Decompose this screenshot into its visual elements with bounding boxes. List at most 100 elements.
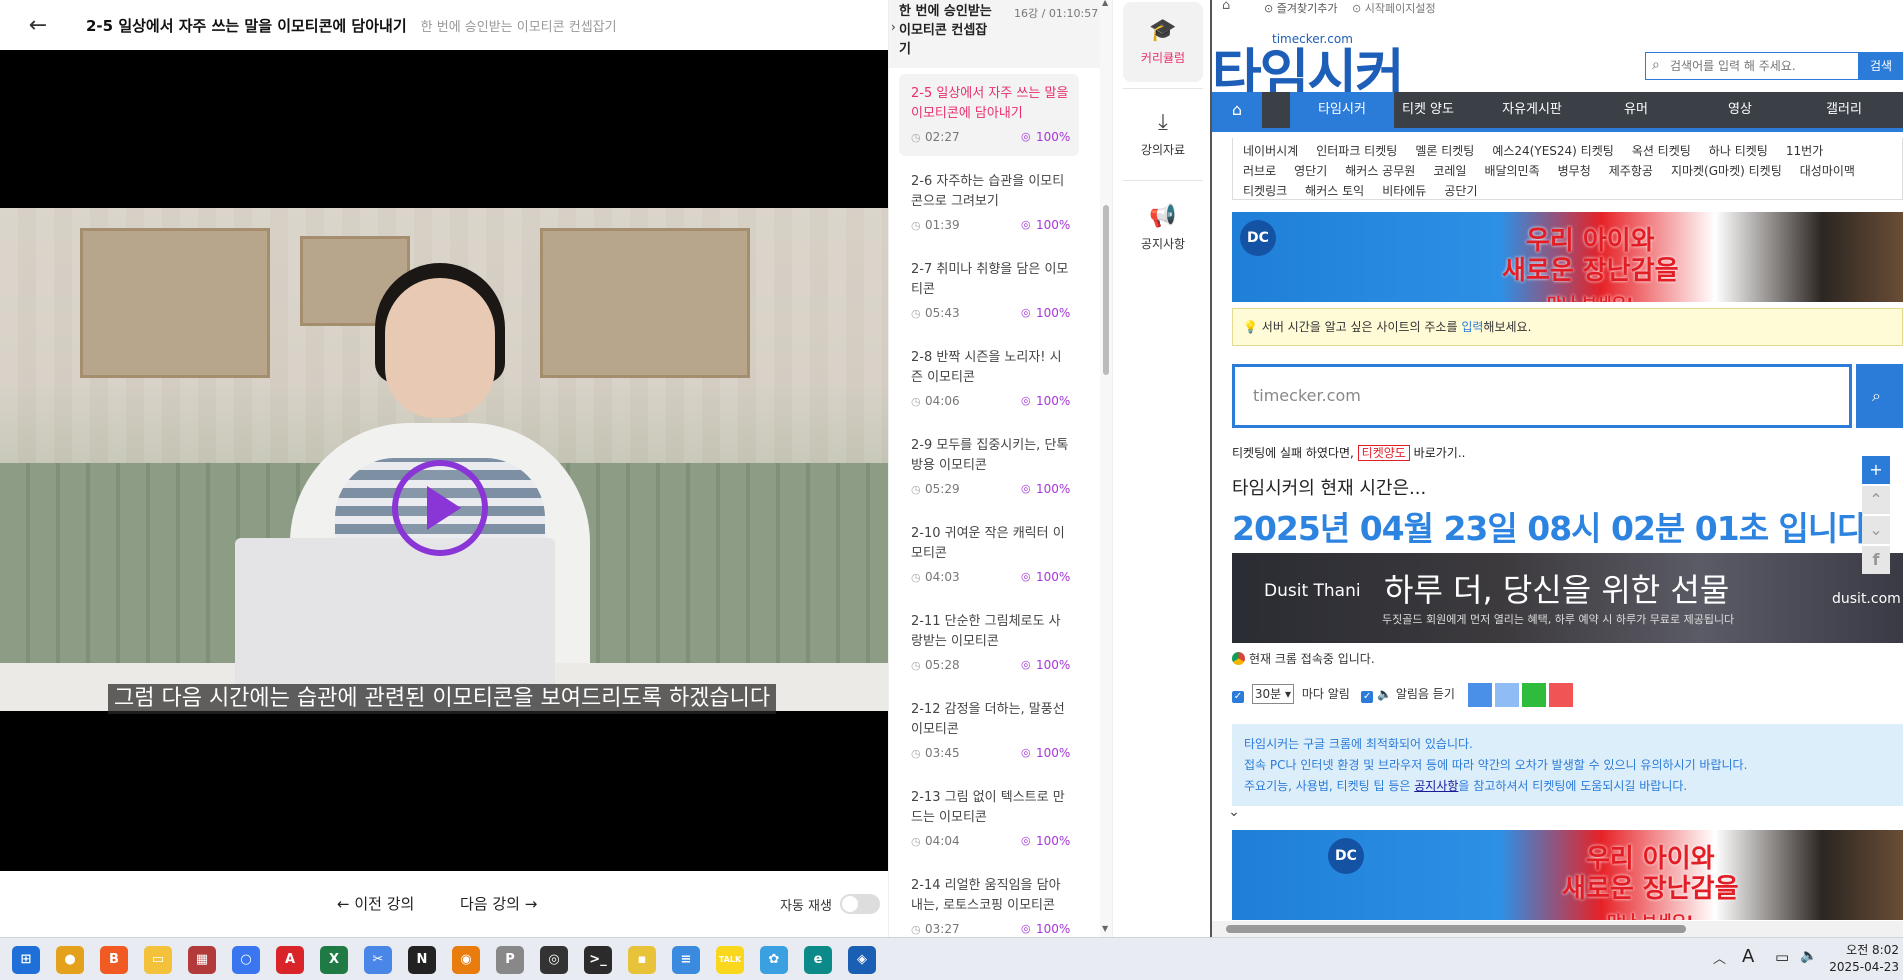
quick-link[interactable]: 해커스 토익: [1305, 182, 1364, 199]
tip-input-link[interactable]: 입력: [1461, 320, 1483, 334]
lesson-item[interactable]: 2-8 반짝 시즌을 노리자! 시즌 이모티콘 ◷ 04:06 ◎ 100%: [899, 338, 1079, 420]
quick-link[interactable]: 티켓링크: [1243, 182, 1287, 199]
server-url-input[interactable]: timecker.com: [1232, 364, 1852, 428]
acrobat-icon[interactable]: A: [276, 946, 304, 974]
kakaotalk-icon[interactable]: TALK: [716, 946, 744, 974]
quick-link[interactable]: 11번가: [1786, 142, 1823, 160]
blender-icon[interactable]: ◉: [452, 946, 480, 974]
quick-link[interactable]: 배달의민족: [1484, 162, 1539, 180]
scrollbar-thumb[interactable]: [1226, 925, 1686, 933]
quick-link[interactable]: 러브로: [1243, 162, 1276, 180]
chevron-up-icon[interactable]: ⌃: [1862, 486, 1890, 514]
quick-link[interactable]: 대성마이맥: [1800, 162, 1855, 180]
previous-lecture-button[interactable]: ← 이전 강의: [337, 893, 414, 914]
taskbar-clock[interactable]: 오전 8:02 2025-04-23: [1825, 942, 1899, 976]
lesson-item[interactable]: 2-14 리얼한 움직임을 담아내는, 로토스코핑 이모티콘 ◷ 03:27 ◎ 100…: [899, 866, 1079, 937]
nav-item-gallery[interactable]: 갤러리: [1792, 92, 1896, 128]
notion-icon[interactable]: N: [408, 946, 436, 974]
site-search-input[interactable]: [1670, 55, 1850, 77]
volume-icon[interactable]: 🔈: [1800, 948, 1817, 964]
plus-icon[interactable]: +: [1862, 456, 1890, 484]
play-button[interactable]: [392, 460, 488, 556]
nav-item-humor[interactable]: 유머: [1584, 92, 1688, 128]
tray-chevron-up-icon[interactable]: ︿: [1713, 948, 1726, 967]
nav-item-video[interactable]: 영상: [1688, 92, 1792, 128]
signal-icon[interactable]: ○: [232, 946, 260, 974]
set-startpage-link[interactable]: ⊙ 시작페이지설정: [1352, 0, 1436, 16]
video-player[interactable]: 그럼 다음 시간에는 습관에 관련된 이모티콘을 보여드리도록 하겠습니다: [0, 50, 888, 871]
quick-link[interactable]: 예스24(YES24) 티켓팅: [1492, 142, 1613, 160]
quick-link[interactable]: 병무청: [1558, 162, 1591, 180]
server-url-search-button[interactable]: ⌕: [1856, 364, 1903, 428]
quick-link[interactable]: 비타에듀: [1382, 182, 1426, 199]
nav-item-free-board[interactable]: 자유게시판: [1480, 92, 1584, 128]
notice-link[interactable]: 공지사항: [1414, 779, 1458, 793]
lesson-item[interactable]: 2-7 취미나 취향을 담은 이모티콘 ◷ 05:43 ◎ 100%: [899, 250, 1079, 332]
obs-icon[interactable]: ◎: [540, 946, 568, 974]
quick-link[interactable]: 해커스 공무원: [1345, 162, 1415, 180]
facebook-icon[interactable]: f: [1862, 546, 1890, 574]
add-favorite-link[interactable]: ⊙ 즐겨찾기추가: [1264, 0, 1337, 16]
alarm-interval-select[interactable]: 30분 ▾: [1251, 684, 1294, 704]
timecker-logo[interactable]: timecker.com 타임시커: [1212, 20, 1412, 106]
edge-icon[interactable]: e: [804, 946, 832, 974]
lesson-item[interactable]: 2-10 귀여운 작은 캐릭터 이모티콘 ◷ 04:03 ◎ 100%: [899, 514, 1079, 596]
alarm-checkbox[interactable]: ✓: [1232, 691, 1244, 703]
file-explorer-icon[interactable]: ▭: [144, 946, 172, 974]
ime-indicator[interactable]: A: [1742, 946, 1754, 967]
terminal-icon[interactable]: >_: [584, 946, 612, 974]
ticket-transfer-link[interactable]: 티켓양도: [1357, 445, 1410, 461]
quick-link[interactable]: 멜론 티켓팅: [1415, 142, 1474, 160]
quick-link[interactable]: 제주항공: [1609, 162, 1653, 180]
pdf-tool-icon[interactable]: P: [496, 946, 524, 974]
lesson-item[interactable]: 2-13 그림 없이 텍스트로 만드는 이모티콘 ◷ 04:04 ◎ 100%: [899, 778, 1079, 860]
color-swatch-blue[interactable]: [1468, 683, 1492, 707]
ad-banner-bottom[interactable]: DC 우리 아이와 새로운 장난감을 만나 보세요!: [1232, 830, 1903, 920]
quick-link[interactable]: 옥션 티켓팅: [1632, 142, 1691, 160]
lesson-item[interactable]: 2-5 일상에서 자주 쓰는 말을 이모티콘에 담아내기 ◷ 02:27 ◎ 100%: [899, 74, 1079, 156]
next-lecture-button[interactable]: 다음 강의 →: [460, 893, 537, 914]
side-menu-curriculum[interactable]: 🎓 커리큘럼: [1123, 2, 1203, 82]
color-swatch-green[interactable]: [1522, 683, 1546, 707]
network-icon[interactable]: ▭: [1775, 948, 1789, 966]
side-menu-notices[interactable]: 📢 공지사항: [1123, 188, 1203, 268]
scrollbar-thumb[interactable]: [1103, 205, 1109, 375]
ad-banner-top[interactable]: DC 우리 아이와 새로운 장난감을 만나 보세요!: [1232, 212, 1903, 302]
notepad-icon[interactable]: ≡: [672, 946, 700, 974]
scroll-up-arrow-icon[interactable]: ▲: [1102, 0, 1108, 7]
nav-item-ticket-transfer[interactable]: 티켓 양도: [1376, 92, 1480, 128]
quick-link[interactable]: 영단기: [1294, 162, 1327, 180]
ad-banner-dusit[interactable]: Dusit Thani 하루 더, 당신을 위한 선물 두짓골드 회원에게 먼저…: [1232, 553, 1903, 643]
side-menu-materials[interactable]: ⤓ 강의자료: [1123, 94, 1203, 174]
quick-link[interactable]: 코레일: [1433, 162, 1466, 180]
chrome-icon[interactable]: ●: [56, 946, 84, 974]
chevron-down-icon[interactable]: ⌄: [1862, 516, 1890, 544]
quick-link[interactable]: 하나 티켓팅: [1709, 142, 1768, 160]
chevron-down-icon[interactable]: ⌄: [1216, 804, 1252, 826]
scroll-down-arrow-icon[interactable]: ▼: [1102, 924, 1108, 933]
home-icon[interactable]: ⌂: [1222, 0, 1230, 13]
excel-icon[interactable]: X: [320, 946, 348, 974]
photos-icon[interactable]: ✿: [760, 946, 788, 974]
media-app-icon[interactable]: ▦: [188, 946, 216, 974]
lesson-item[interactable]: 2-9 모두를 집중시키는, 단톡방용 이모티콘 ◷ 05:29 ◎ 100%: [899, 426, 1079, 508]
quick-link[interactable]: 공단기: [1444, 182, 1477, 199]
sticky-notes-icon[interactable]: ▪: [628, 946, 656, 974]
color-swatch-red[interactable]: [1549, 683, 1573, 707]
nav-home-button[interactable]: ⌂: [1212, 92, 1262, 128]
curriculum-scrollbar[interactable]: [1100, 0, 1112, 937]
brave-icon[interactable]: B: [100, 946, 128, 974]
vpn-app-icon[interactable]: ◈: [848, 946, 876, 974]
horizontal-scrollbar[interactable]: [1212, 921, 1903, 937]
lesson-item[interactable]: 2-6 자주하는 습관을 이모티콘으로 그려보기 ◷ 01:39 ◎ 100%: [899, 162, 1079, 244]
color-swatch-light-blue[interactable]: [1495, 683, 1519, 707]
quick-link[interactable]: 지마켓(G마켓) 티켓팅: [1671, 162, 1782, 180]
chevron-right-icon[interactable]: ›: [891, 20, 896, 34]
quick-link[interactable]: 인터파크 티켓팅: [1316, 142, 1397, 160]
back-button[interactable]: ←: [18, 5, 58, 45]
quick-link[interactable]: 네이버시계: [1243, 142, 1298, 160]
windows-start-icon[interactable]: ⊞: [12, 946, 40, 974]
lesson-item[interactable]: 2-12 감정을 더하는, 말풍선 이모티콘 ◷ 03:45 ◎ 100%: [899, 690, 1079, 772]
autoplay-toggle[interactable]: [840, 894, 880, 914]
snipping-tool-icon[interactable]: ✂: [364, 946, 392, 974]
